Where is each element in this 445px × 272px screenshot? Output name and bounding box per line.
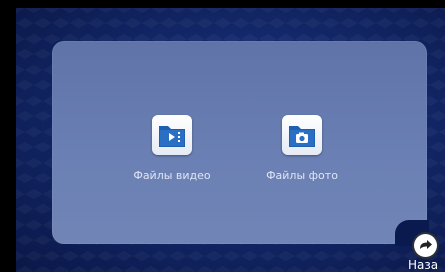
photo-files-button[interactable]: Файлы фото	[247, 115, 357, 182]
back-arrow-icon	[414, 234, 437, 257]
video-files-label: Файлы видео	[133, 169, 211, 182]
video-folder-icon	[152, 115, 192, 155]
photo-folder-icon	[282, 115, 322, 155]
media-screen: Файлы видео Файлы фото Наза	[0, 0, 445, 272]
video-files-button[interactable]: Файлы видео	[117, 115, 227, 182]
menu-panel: Файлы видео Файлы фото	[52, 41, 429, 246]
photo-files-label: Файлы фото	[266, 169, 338, 182]
back-button[interactable]: Наза	[401, 232, 445, 272]
back-label: Наза	[408, 258, 439, 272]
